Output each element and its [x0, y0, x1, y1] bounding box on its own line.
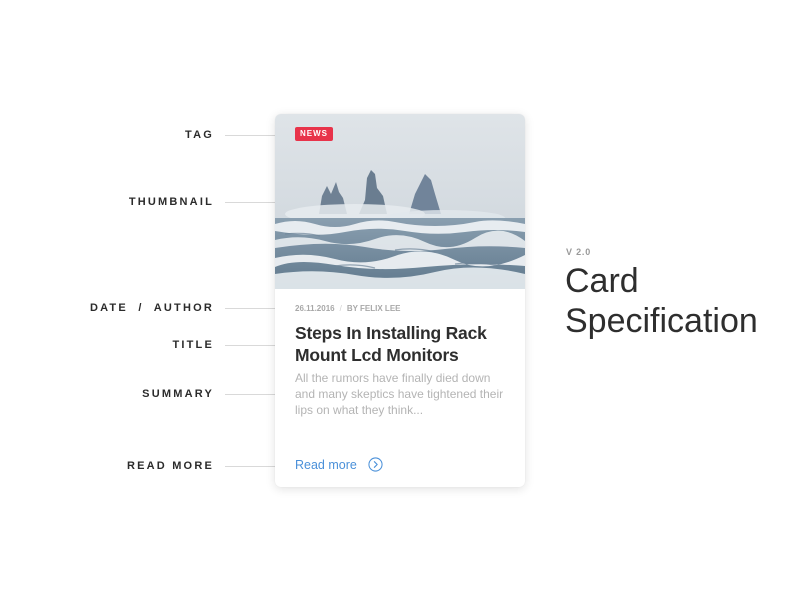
callout-label-title: TITLE [172, 339, 214, 351]
callout-label-tag: TAG [184, 129, 214, 141]
leader-line-date-author [225, 308, 275, 309]
callout-summary: SUMMARY [60, 387, 275, 401]
news-card[interactable]: NEWS 26.11.2016 / BY FELIX LEE Steps In In… [275, 114, 525, 487]
callout-read-more: READ MORE [60, 459, 275, 473]
chevron-circle-right-icon[interactable] [368, 457, 383, 472]
card-title[interactable]: Steps In Installing Rack Mount Lcd Monit… [295, 322, 510, 366]
meta-separator: / [339, 304, 342, 313]
spec-title: Card Specification [565, 262, 758, 340]
callout-label-summary: SUMMARY [142, 388, 214, 400]
version-label: V 2.0 [566, 247, 592, 257]
callout-label-read-more: READ MORE [126, 460, 214, 472]
callout-label-date-author: DATE / AUTHOR [89, 302, 214, 314]
callout-tag: TAG [60, 128, 275, 142]
read-more-link[interactable]: Read more [295, 457, 383, 472]
callout-date-author: DATE / AUTHOR [60, 301, 275, 315]
date-author-meta: 26.11.2016 / BY FELIX LEE [295, 304, 400, 313]
tag-badge[interactable]: NEWS [295, 127, 333, 141]
leader-line-thumbnail [225, 202, 275, 203]
read-more-label[interactable]: Read more [295, 458, 357, 472]
leader-line-title [225, 345, 275, 346]
callout-title: TITLE [60, 338, 275, 352]
callout-label-thumbnail: THUMBNAIL [128, 196, 214, 208]
post-date: 26.11.2016 [295, 304, 335, 313]
callout-thumbnail: THUMBNAIL [60, 195, 275, 209]
card-summary: All the rumors have finally died down an… [295, 371, 504, 417]
leader-line-read-more [225, 466, 275, 467]
card-spec-diagram: TAG THUMBNAIL DATE / AUTHOR TITLE SUMMAR… [0, 0, 800, 600]
leader-line-tag [225, 135, 275, 136]
post-author[interactable]: BY FELIX LEE [347, 304, 401, 313]
leader-line-summary [225, 394, 275, 395]
